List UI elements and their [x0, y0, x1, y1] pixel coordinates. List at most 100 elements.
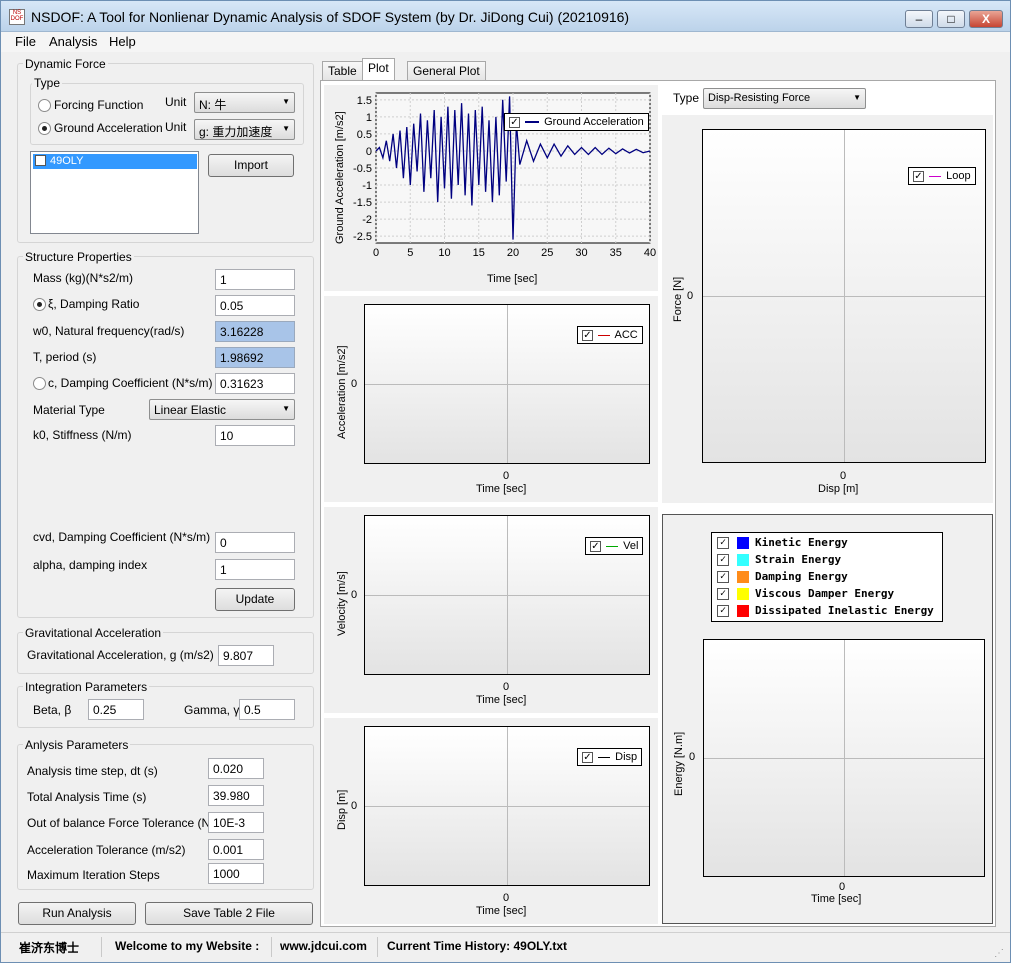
- loop-zero-x: 0: [840, 470, 847, 482]
- acc-tolerance-label: Acceleration Tolerance (m/s2): [27, 843, 186, 857]
- cvd-label: cvd, Damping Coefficient (N*s/m): [33, 530, 211, 544]
- alpha-input[interactable]: 1: [215, 559, 295, 580]
- energy-legend-checkbox[interactable]: ✓: [717, 588, 729, 600]
- energy-zero-x: 0: [839, 881, 846, 893]
- mass-label: Mass (kg)(N*s2/m): [33, 271, 134, 285]
- run-analysis-button[interactable]: Run Analysis: [18, 902, 136, 925]
- force-tolerance-label: Out of balance Force Tolerance (N): [27, 816, 215, 830]
- energy-legend-swatch: [737, 588, 749, 600]
- maximize-button[interactable]: □: [937, 10, 965, 28]
- max-iteration-input[interactable]: 1000: [208, 863, 264, 884]
- type-title: Type: [32, 76, 63, 90]
- disp-legend[interactable]: ✓ Disp: [577, 748, 643, 766]
- dt-input[interactable]: 0.020: [208, 758, 264, 779]
- acc-legend[interactable]: ✓ ACC: [577, 326, 643, 344]
- status-author: 崔济东博士: [19, 941, 80, 955]
- energy-legend-checkbox[interactable]: ✓: [717, 537, 729, 549]
- damping-ratio-radio[interactable]: [33, 298, 46, 311]
- ground-accel-xtick: 15: [473, 247, 485, 259]
- energy-legend-checkbox[interactable]: ✓: [717, 605, 729, 617]
- close-button[interactable]: X: [969, 10, 1003, 28]
- record-list[interactable]: 49OLY: [30, 151, 199, 234]
- update-button[interactable]: Update: [215, 588, 295, 611]
- ground-accel-legend[interactable]: ✓ Ground Acceleration: [504, 113, 649, 131]
- energy-legend-label: Damping Energy: [755, 570, 848, 583]
- energy-legend-checkbox[interactable]: ✓: [717, 554, 729, 566]
- ground-acceleration-radio[interactable]: [38, 122, 51, 135]
- loop-legend-label: Loop: [946, 170, 971, 182]
- mass-input[interactable]: 1: [215, 269, 295, 290]
- disp-legend-checkbox[interactable]: ✓: [582, 751, 593, 763]
- ground-accel-xtick: 0: [373, 247, 379, 259]
- acc-zero-y: 0: [351, 378, 358, 390]
- tab-table[interactable]: Table: [322, 61, 363, 80]
- w0-field: 3.16228: [215, 321, 295, 342]
- loop-legend[interactable]: ✓ Loop: [908, 167, 976, 185]
- beta-label: Beta, β: [33, 703, 72, 717]
- resize-grip-icon[interactable]: ⋰: [994, 948, 1004, 959]
- vel-zero-x: 0: [503, 681, 510, 693]
- period-label: T, period (s): [33, 350, 97, 364]
- accel-unit-select[interactable]: g: 重力加速度: [194, 119, 295, 140]
- tab-general-plot[interactable]: General Plot: [407, 61, 486, 80]
- vel-legend-checkbox[interactable]: ✓: [590, 540, 601, 552]
- loop-legend-checkbox[interactable]: ✓: [913, 170, 924, 182]
- save-table-button[interactable]: Save Table 2 File: [145, 902, 313, 925]
- force-unit-label: Unit: [165, 95, 187, 109]
- forcing-function-label: Forcing Function: [54, 98, 144, 112]
- force-unit-select[interactable]: N: 牛: [194, 92, 295, 113]
- beta-input[interactable]: 0.25: [88, 699, 144, 720]
- import-button[interactable]: Import: [208, 154, 294, 177]
- ground-accel-ytick: 1.5: [357, 95, 372, 107]
- gamma-input[interactable]: 0.5: [239, 699, 295, 720]
- forcing-function-radio[interactable]: [38, 99, 51, 112]
- list-item-checkbox[interactable]: [35, 155, 46, 166]
- gravity-input[interactable]: 9.807: [218, 645, 274, 666]
- total-time-input[interactable]: 39.980: [208, 785, 264, 806]
- ground-accel-ytick: 0.5: [357, 129, 372, 141]
- cvd-input[interactable]: 0: [215, 532, 295, 553]
- energy-legend-checkbox[interactable]: ✓: [717, 571, 729, 583]
- vel-xlabel: Time [sec]: [476, 694, 527, 706]
- energy-legend-swatch: [737, 605, 749, 617]
- disp-legend-line: [598, 756, 611, 758]
- ground-accel-legend-line: [525, 121, 540, 124]
- vel-legend[interactable]: ✓ Vel: [585, 537, 644, 555]
- acc-tolerance-input[interactable]: 0.001: [208, 839, 264, 860]
- acc-legend-checkbox[interactable]: ✓: [582, 329, 593, 341]
- disp-zero-y: 0: [351, 800, 358, 812]
- ground-accel-xtick: 25: [541, 247, 553, 259]
- window-title: NSDOF: A Tool for Nonlienar Dynamic Anal…: [31, 9, 630, 25]
- ground-accel-xtick: 5: [407, 247, 413, 259]
- main-window: NS DOF NSDOF: A Tool for Nonlienar Dynami…: [0, 0, 1011, 963]
- minimize-button[interactable]: –: [905, 10, 933, 28]
- list-item[interactable]: 49OLY: [33, 154, 197, 169]
- energy-plot-area: [703, 639, 985, 877]
- gravity-title: Gravitational Acceleration: [23, 626, 164, 640]
- vel-zero-y: 0: [351, 589, 358, 601]
- app-icon: NS DOF: [9, 9, 25, 25]
- tab-plot[interactable]: Plot: [362, 58, 395, 81]
- period-field: 1.98692: [215, 347, 295, 368]
- material-type-select[interactable]: Linear Elastic: [149, 399, 295, 420]
- damping-ratio-input[interactable]: 0.05: [215, 295, 295, 316]
- loop-type-select[interactable]: Disp-Resisting Force: [703, 88, 866, 109]
- energy-legend-swatch: [737, 571, 749, 583]
- force-tolerance-input[interactable]: 10E-3: [208, 812, 264, 833]
- ground-accel-xtick: 35: [610, 247, 622, 259]
- damping-coef-input[interactable]: 0.31623: [215, 373, 295, 394]
- menu-help[interactable]: Help: [109, 34, 136, 49]
- ground-accel-ytick: -1.5: [353, 197, 372, 209]
- gamma-label: Gamma, γ: [184, 703, 240, 717]
- menu-file[interactable]: File: [15, 34, 36, 49]
- energy-legend-label: Viscous Damper Energy: [755, 587, 895, 600]
- menu-analysis[interactable]: Analysis: [49, 34, 97, 49]
- energy-legend-swatch: [737, 537, 749, 549]
- ground-accel-ytick: 0: [366, 146, 372, 158]
- total-time-label: Total Analysis Time (s): [27, 790, 147, 804]
- k0-input[interactable]: 10: [215, 425, 295, 446]
- structure-title: Structure Properties: [23, 250, 134, 264]
- ground-accel-legend-checkbox[interactable]: ✓: [509, 116, 520, 128]
- status-website-link[interactable]: www.jdcui.com: [280, 939, 367, 953]
- damping-coef-radio[interactable]: [33, 377, 46, 390]
